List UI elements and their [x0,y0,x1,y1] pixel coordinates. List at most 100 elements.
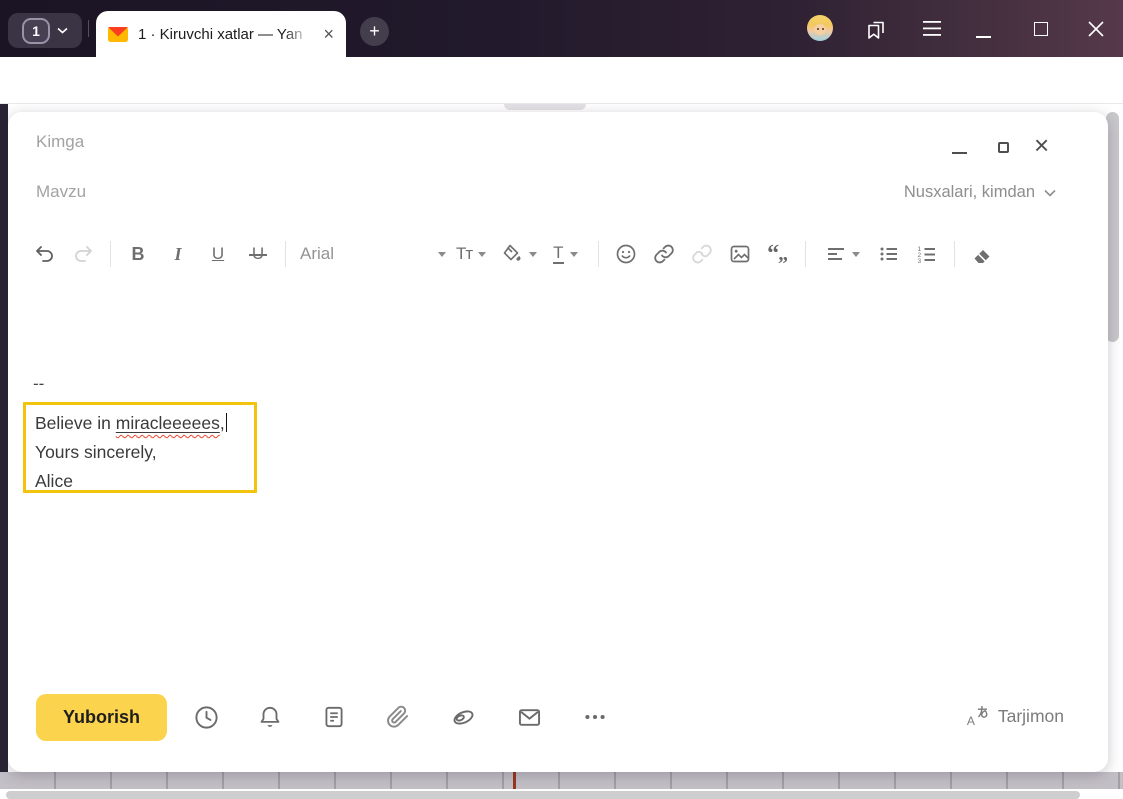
clear-formatting-button[interactable] [967,236,997,272]
avatar-face [814,24,826,35]
schedule-send-button[interactable] [192,703,220,731]
chevron-down-icon [438,251,446,257]
format-divider [953,241,955,267]
underline-button[interactable]: U [203,236,233,272]
to-placeholder: Kimga [36,132,85,151]
window-close-button[interactable] [1088,21,1104,37]
chevron-down-icon [478,251,487,257]
insert-link-button[interactable] [649,236,679,272]
message-body-editor[interactable]: -- Believe in miracleeeees, Yours sincer… [8,292,1068,672]
redo-button[interactable] [68,236,98,272]
emoji-button[interactable] [611,236,641,272]
align-select[interactable] [818,236,868,272]
yandex-disk-icon [453,709,473,725]
emoji-icon [616,244,635,264]
to-field[interactable]: Kimga [36,132,916,162]
avatar-eye [817,28,819,30]
font-family-select[interactable]: Arial [300,244,446,264]
strikethrough-button[interactable]: U [243,236,273,272]
redo-icon [75,246,92,262]
yandex-mail-icon [108,26,128,42]
ellipsis-icon [585,714,605,720]
dimmed-page-background [0,104,8,788]
note-icon [325,706,343,728]
dimmed-content-band [0,772,1123,789]
band-red-marker [513,772,516,789]
format-divider [804,241,806,267]
compose-window: Kimga × Mavzu Nusxalari, kimdan B I U U … [8,112,1108,772]
browser-toolbar: Я mail.yandex.uz 1 · Kiruvchi xatlar — Y… [0,57,1123,155]
align-icon [827,248,844,260]
text-color-select[interactable]: T [545,236,585,272]
translate-icon: A [967,704,991,728]
window-maximize-button[interactable] [1034,22,1048,36]
text-color-glyph: T [553,243,564,265]
chevron-down-icon [569,251,578,257]
signature-line-3: Alice [35,471,73,491]
numbered-list-button[interactable]: 1 2 3 [912,236,942,272]
send-button[interactable]: Yuborish [36,694,167,741]
signature-highlight-box: Believe in miracleeeees, Yours sincerely… [23,402,257,493]
numbered-list-icon: 1 2 3 [917,246,935,265]
compose-close-button[interactable]: × [1034,132,1049,158]
tab-inbox[interactable]: 1 · Kiruvchi xatlar — Yan × [96,11,346,57]
tab-close-icon[interactable]: × [323,25,334,43]
horizontal-scrollbar[interactable] [6,791,1080,799]
strikethrough-glyph: U [248,244,268,263]
unlink-icon [691,244,712,264]
bell-icon [260,706,280,727]
reminder-button[interactable] [256,703,284,731]
signature-line-1: Believe in miracleeeees, [35,409,245,438]
chevron-down-icon [529,251,538,257]
remove-link-button[interactable] [687,236,717,272]
new-tab-button[interactable]: + [360,17,389,46]
cc-from-label: Nusxalari, kimdan [903,183,1035,201]
highlight-color-select[interactable] [494,236,545,272]
translator-button[interactable]: A Tarjimon [967,704,1064,729]
cc-from-dropdown[interactable]: Nusxalari, kimdan [904,183,1056,202]
compose-minimize-button[interactable] [952,152,967,154]
attach-file-button[interactable] [384,703,412,731]
misspelled-word: miracleeeees [115,413,220,433]
undo-button[interactable] [30,236,60,272]
tab-title: 1 · Kiruvchi xatlar — Yan [138,25,303,43]
bullet-list-button[interactable] [874,236,904,272]
format-divider [110,241,111,267]
attach-from-mail-button[interactable] [515,703,543,731]
compose-collapse-button[interactable] [998,142,1009,153]
window-minimize-button[interactable] [976,36,991,38]
template-button[interactable] [320,703,348,731]
formatting-toolbar: B I U U Arial Tт T “ „ 1 2 3 [30,232,997,276]
tab-group-button[interactable]: 1 [8,13,82,48]
tabbar-divider [88,20,89,37]
font-size-select[interactable]: Tт [448,236,494,272]
quote-button[interactable]: “ „ [763,236,793,272]
italic-button[interactable]: I [163,236,193,272]
svg-text:3: 3 [917,258,921,265]
chevron-down-icon [1044,189,1056,197]
format-divider [597,241,599,267]
menu-icon[interactable] [922,20,942,37]
format-divider [285,241,286,267]
avatar[interactable] [807,15,833,41]
signature-line-2: Yours sincerely, [35,442,157,462]
undo-icon [36,246,53,262]
fill-color-icon [503,244,521,261]
attach-from-disk-button[interactable] [449,703,477,731]
browser-topbar: 1 1 · Kiruvchi xatlar — Yan × + [0,0,1123,57]
tab-counter: 1 [22,17,50,44]
insert-image-button[interactable] [725,236,755,272]
envelope-icon [518,708,540,726]
paperclip-icon [387,705,409,728]
subject-placeholder: Mavzu [36,182,87,201]
bookmarks-collections-icon[interactable] [864,18,888,42]
quote-close-glyph: „ [778,242,789,265]
top-center-notch [504,104,586,110]
avatar-eye [822,28,824,30]
subject-field[interactable]: Mavzu [36,182,876,212]
chevron-down-icon [851,251,860,257]
bold-button[interactable]: B [123,236,153,272]
more-options-button[interactable] [581,703,609,731]
clock-icon [194,705,218,729]
bullet-list-icon [880,247,897,261]
